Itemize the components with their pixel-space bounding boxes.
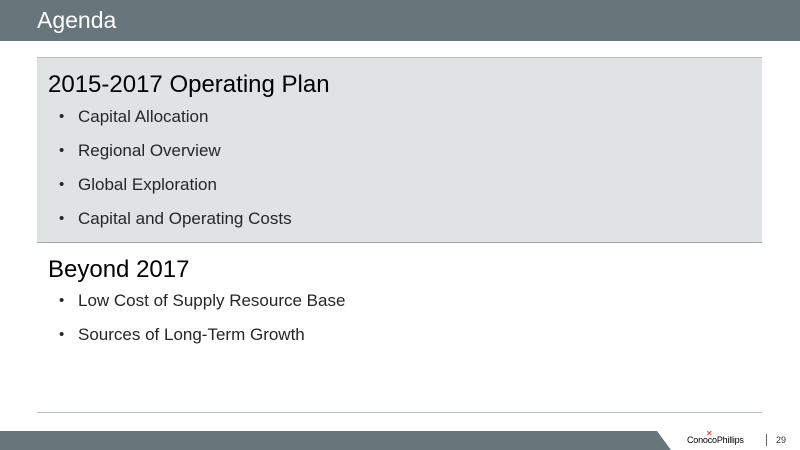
title-bar — [0, 0, 800, 41]
page-number: 29 — [776, 435, 787, 445]
list-item: • Capital Allocation — [59, 107, 292, 141]
bullet-list: • Low Cost of Supply Resource Base • Sourc… — [59, 291, 345, 359]
bullet-icon: • — [59, 210, 65, 227]
list-item: • Regional Overview — [59, 141, 292, 175]
company-logo: ConocoPhillips — [687, 435, 744, 445]
bullet-list: • Capital Allocation • Regional Overview •… — [59, 107, 292, 243]
bullet-text: Capital and Operating Costs — [78, 209, 292, 228]
bullet-icon: • — [59, 142, 65, 159]
bullet-icon: • — [59, 326, 65, 343]
section-heading: Beyond 2017 — [48, 256, 190, 283]
bullet-icon: • — [59, 292, 65, 309]
bullet-icon: • — [59, 108, 65, 125]
bullet-icon: • — [59, 176, 65, 193]
list-item: • Global Exploration — [59, 175, 292, 209]
page-number-separator — [766, 434, 767, 446]
list-item: • Sources of Long-Term Growth — [59, 325, 345, 359]
list-item: • Capital and Operating Costs — [59, 209, 292, 243]
section-heading: 2015-2017 Operating Plan — [48, 71, 330, 98]
agenda-section-highlighted: 2015-2017 Operating Plan • Capital Alloca… — [37, 57, 762, 243]
bullet-text: Capital Allocation — [78, 107, 209, 126]
bullet-text: Sources of Long-Term Growth — [78, 325, 305, 344]
agenda-section: Beyond 2017 • Low Cost of Supply Resource… — [37, 242, 762, 382]
bullet-text: Low Cost of Supply Resource Base — [78, 291, 346, 310]
list-item: • Low Cost of Supply Resource Base — [59, 291, 345, 325]
bullet-text: Global Exploration — [78, 175, 217, 194]
footer-divider — [37, 412, 762, 413]
slide-title: Agenda — [37, 7, 117, 33]
bullet-text: Regional Overview — [78, 141, 221, 160]
